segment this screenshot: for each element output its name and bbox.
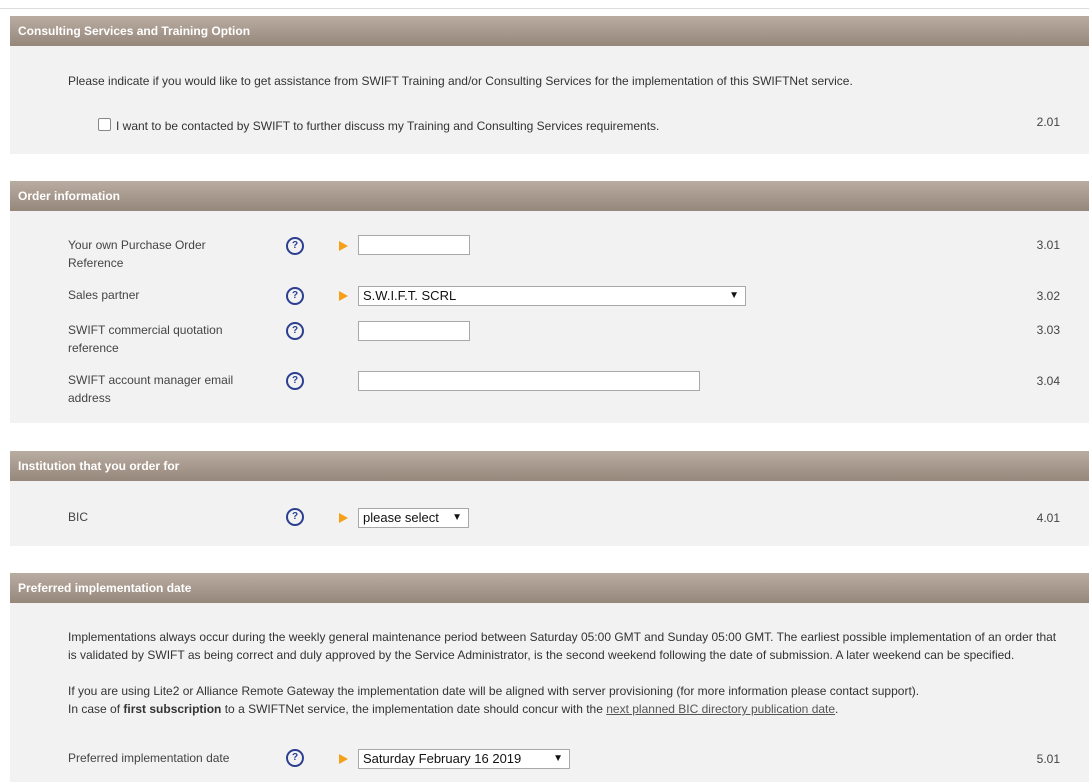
implementation-section: Preferred implementation date Implementa…	[10, 573, 1089, 782]
field-number-3-04: 3.04	[1036, 374, 1060, 388]
field-number-2-01: 2.01	[1036, 115, 1060, 129]
po-required-arrow-icon	[339, 241, 348, 251]
field-number-3-03: 3.03	[1036, 323, 1060, 337]
preferred-date-value: Saturday February 16 2019	[363, 751, 522, 766]
lite2-note: If you are using Lite2 or Alliance Remot…	[68, 684, 920, 698]
bic-help-icon[interactable]: ?	[286, 508, 304, 526]
first-subscription-note: In case of first subscription to a SWIFT…	[68, 700, 1058, 718]
order-section: Order information Your own Purchase Orde…	[10, 181, 1089, 423]
bic-required-arrow-icon	[339, 513, 348, 523]
chevron-down-icon: ▼	[729, 290, 739, 301]
consulting-section: Consulting Services and Training Option …	[10, 16, 1089, 154]
sales-partner-help-icon[interactable]: ?	[286, 287, 304, 305]
contact-checkbox-label: I want to be contacted by SWIFT to furth…	[116, 119, 660, 133]
chevron-down-icon: ▼	[452, 512, 462, 523]
contact-checkbox[interactable]	[98, 118, 111, 131]
institution-section: Institution that you order for BIC ? ple…	[10, 451, 1089, 546]
preferred-date-required-arrow-icon	[339, 754, 348, 764]
quotation-label: SWIFT commercial quotation reference	[68, 323, 223, 355]
quotation-help-icon[interactable]: ?	[286, 322, 304, 340]
field-number-3-01: 3.01	[1036, 238, 1060, 252]
sales-partner-value: S.W.I.F.T. SCRL	[363, 288, 457, 303]
po-help-icon[interactable]: ?	[286, 237, 304, 255]
implementation-section-header: Preferred implementation date	[10, 573, 1089, 603]
bic-directory-link[interactable]: next planned BIC directory publication d…	[606, 702, 835, 716]
sales-partner-label: Sales partner	[68, 288, 140, 302]
quotation-reference-input[interactable]	[358, 321, 470, 341]
first-subscription-middle: to a SWIFTNet service, the implementatio…	[221, 702, 607, 716]
first-subscription-bold: first subscription	[123, 702, 222, 716]
first-subscription-prefix: In case of	[68, 702, 124, 716]
first-subscription-suffix: .	[835, 702, 839, 716]
po-reference-input[interactable]	[358, 235, 470, 255]
account-manager-email-input[interactable]	[358, 371, 700, 391]
field-number-3-02: 3.02	[1036, 289, 1060, 303]
order-section-header: Order information	[10, 181, 1089, 211]
bic-label: BIC	[68, 510, 89, 524]
field-number-5-01: 5.01	[1036, 752, 1060, 766]
implementation-info-paragraph: Implementations always occur during the …	[68, 630, 1057, 662]
consulting-section-header: Consulting Services and Training Option	[10, 16, 1089, 46]
institution-section-header: Institution that you order for	[10, 451, 1089, 481]
sales-partner-required-arrow-icon	[339, 291, 348, 301]
bic-select[interactable]: please select ▼	[358, 508, 469, 528]
preferred-date-label: Preferred implementation date	[68, 751, 230, 765]
consulting-intro: Please indicate if you would like to get…	[68, 74, 853, 88]
chevron-down-icon: ▼	[553, 753, 563, 764]
sales-partner-select[interactable]: S.W.I.F.T. SCRL ▼	[358, 286, 746, 306]
account-manager-label: SWIFT account manager email address	[68, 373, 234, 405]
preferred-date-help-icon[interactable]: ?	[286, 749, 304, 767]
preferred-date-select[interactable]: Saturday February 16 2019 ▼	[358, 749, 570, 769]
field-number-4-01: 4.01	[1036, 511, 1060, 525]
bic-value: please select	[363, 510, 439, 525]
top-divider	[0, 8, 1089, 9]
account-manager-help-icon[interactable]: ?	[286, 372, 304, 390]
po-label: Your own Purchase Order Reference	[68, 238, 206, 270]
